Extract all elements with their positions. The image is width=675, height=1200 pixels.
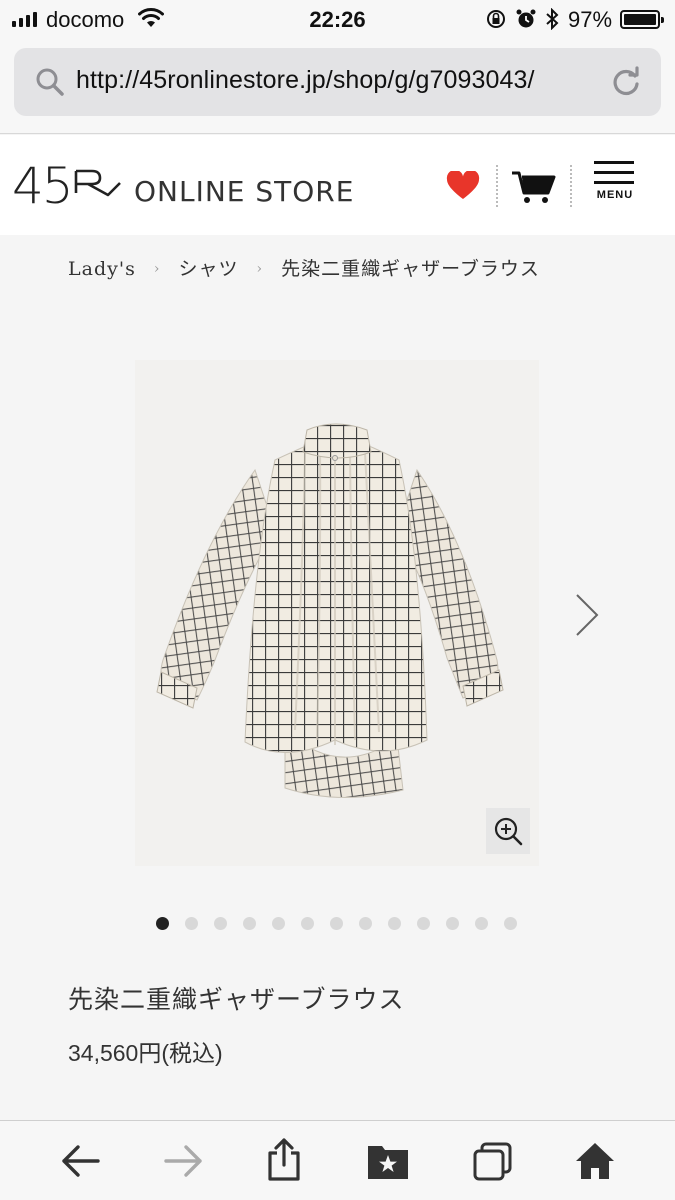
header-divider <box>496 165 498 207</box>
carousel-dot[interactable] <box>504 917 517 930</box>
carousel-dot[interactable] <box>388 917 401 930</box>
carousel-dot[interactable] <box>272 917 285 930</box>
carousel-dot[interactable] <box>214 917 227 930</box>
tabs-icon[interactable] <box>472 1141 514 1183</box>
carousel-dot[interactable] <box>185 917 198 930</box>
carousel-dot[interactable] <box>475 917 488 930</box>
carousel-dot[interactable] <box>156 917 169 930</box>
site-header: 45 ONLINE STORE MENU <box>0 135 675 235</box>
header-divider <box>570 165 572 207</box>
breadcrumb: Lady's › シャツ › 先染二重織ギャザーブラウス <box>68 258 598 280</box>
zoom-in-icon <box>494 817 523 846</box>
search-icon <box>36 68 64 96</box>
battery-icon <box>620 10 664 29</box>
carousel-dot[interactable] <box>417 917 430 930</box>
forward-arrow-icon[interactable] <box>162 1141 206 1181</box>
zoom-button[interactable] <box>486 808 530 854</box>
breadcrumb-current: 先染二重織ギャザーブラウス <box>281 258 540 280</box>
cart-icon[interactable] <box>510 169 556 205</box>
breadcrumb-link-ladys[interactable]: Lady's <box>68 258 136 280</box>
carousel-dot[interactable] <box>243 917 256 930</box>
menu-label: MENU <box>596 189 634 201</box>
menu-button[interactable]: MENU <box>594 161 636 201</box>
product-image[interactable] <box>135 360 539 866</box>
breadcrumb-link-shirts[interactable]: シャツ <box>178 258 238 280</box>
carousel-dot[interactable] <box>301 917 314 930</box>
carousel-dot[interactable] <box>330 917 343 930</box>
chevron-right-icon: › <box>256 261 264 277</box>
browser-address-area: http://45ronlinestore.jp/shop/g/g7093043… <box>0 40 675 134</box>
logo-subtitle: ONLINE STORE <box>134 175 355 208</box>
reload-icon[interactable] <box>608 64 644 100</box>
address-bar[interactable]: http://45ronlinestore.jp/shop/g/g7093043… <box>14 48 661 116</box>
svg-text:45: 45 <box>12 163 72 211</box>
status-bar: docomo 22:26 97% <box>0 0 675 40</box>
battery-percent: 97% <box>568 7 613 32</box>
url-text[interactable]: http://45ronlinestore.jp/shop/g/g7093043… <box>76 66 535 95</box>
bookmarks-icon[interactable] <box>366 1141 410 1181</box>
product-title: 先染二重織ギャザーブラウス <box>68 985 405 1014</box>
image-carousel-dots <box>156 917 517 930</box>
orientation-lock-icon <box>487 10 505 28</box>
carousel-dot[interactable] <box>359 917 372 930</box>
next-image-chevron-icon[interactable] <box>572 592 602 638</box>
browser-toolbar <box>0 1120 675 1200</box>
carousel-dot[interactable] <box>446 917 459 930</box>
brand-logo[interactable]: 45 <box>12 163 124 211</box>
bluetooth-icon <box>546 8 559 30</box>
chevron-right-icon: › <box>153 261 161 277</box>
home-icon[interactable] <box>574 1141 616 1181</box>
favorite-heart-icon[interactable] <box>446 171 480 201</box>
share-icon[interactable] <box>264 1137 304 1183</box>
alarm-icon <box>516 9 536 28</box>
product-price: 34,560円(税込) <box>68 1040 223 1066</box>
back-arrow-icon[interactable] <box>58 1141 102 1181</box>
blouse-photo <box>135 360 539 866</box>
